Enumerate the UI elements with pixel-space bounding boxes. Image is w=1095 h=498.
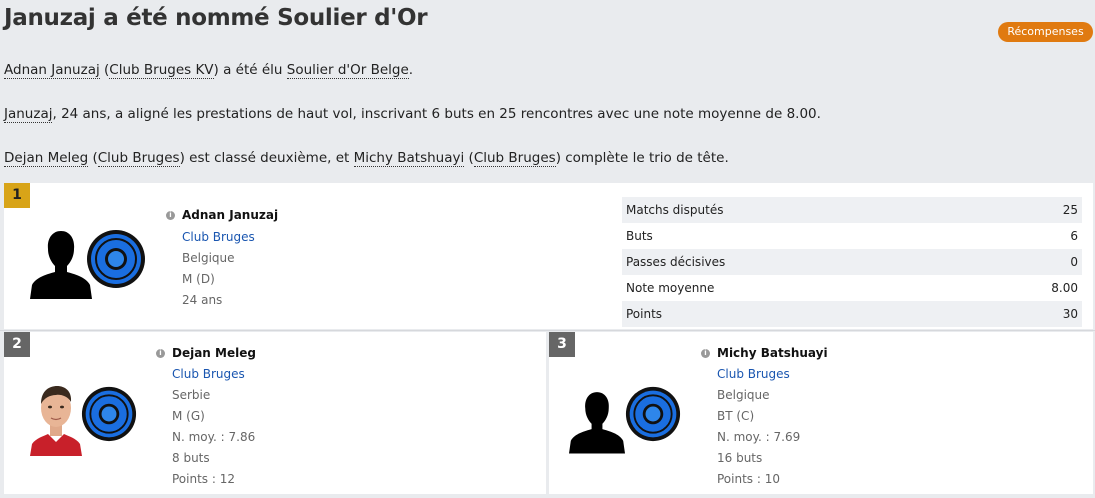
club-link-bruges-2[interactable]: Club Bruges [473,150,556,167]
player-silhouette-icon [569,392,625,454]
news-paragraph-2: Januzaj, 24 ans, a aligné les prestation… [4,106,821,123]
stat-row: Points 30 [622,301,1082,327]
stat-value: 30 [1062,307,1078,321]
rank-badge-1: 1 [4,183,30,208]
player-link-batshuayi[interactable]: Michy Batshuayi [353,150,465,167]
divider [0,330,1095,331]
player-nation: Belgique [182,251,235,265]
player-rating: N. moy. : 7.86 [172,430,256,444]
text: ) est classé deuxième, et [179,150,354,166]
club-crest-icon [625,386,681,442]
text: ( [99,62,110,78]
player-silhouette-icon [30,231,92,299]
text: ) complète le trio de tête. [555,150,729,166]
stat-value: 8.00 [1051,281,1078,295]
rank-badge-3: 3 [549,332,575,357]
stat-label: Note moyenne [626,281,715,295]
player-name[interactable]: Dejan Meleg [172,346,256,360]
stat-label: Matchs disputés [626,203,724,217]
text: . [408,62,414,78]
stat-row: Passes décisives 0 [622,249,1082,275]
stat-label: Points [626,307,663,321]
stat-value: 0 [1070,255,1078,269]
player-rating: N. moy. : 7.69 [717,430,801,444]
news-paragraph-1: Adnan Januzaj (Club Bruges KV) a été élu… [4,62,414,79]
stat-label: Buts [626,229,653,243]
player-points: Points : 10 [717,472,780,486]
player-nation: Serbie [172,388,211,402]
info-icon[interactable]: i [701,349,710,358]
player-name[interactable]: Adnan Januzaj [182,208,278,222]
player-age: 24 ans [182,293,223,307]
third-place-card: 3 i Michy Batshuayi Club Bruges Belgique… [549,332,1093,494]
player-goals: 8 buts [172,451,210,465]
second-place-card: 2 i Dejan Meleg Club Bruges Serbie M (G)… [4,332,546,494]
news-paragraph-3: Dejan Meleg (Club Bruges) est classé deu… [4,150,729,167]
player-link-meleg[interactable]: Dejan Meleg [4,150,89,167]
stat-row: Matchs disputés 25 [622,197,1082,223]
player-photo [30,386,82,456]
info-icon[interactable]: i [166,211,175,220]
text: ) a été élu [213,62,287,78]
player-club-link[interactable]: Club Bruges [717,367,790,381]
stats-table: Matchs disputés 25 Buts 6 Passes décisives… [622,197,1082,327]
player-points: Points : 12 [172,472,235,486]
club-crest-icon [81,386,137,442]
player-link-januzaj-short[interactable]: Januzaj [4,106,53,123]
awards-badge-button[interactable]: Récompenses [998,22,1093,42]
stat-value: 25 [1062,203,1078,217]
stat-row: Buts 6 [622,223,1082,249]
player-link-januzaj[interactable]: Adnan Januzaj [4,62,100,79]
player-position: BT (C) [717,409,755,423]
rank-badge-2: 2 [4,332,30,357]
award-link[interactable]: Soulier d'Or Belge [286,62,409,79]
player-position: M (G) [172,409,205,423]
winner-card: 1 i Adnan Januzaj Club Bruges Belgique M… [4,183,1093,329]
stat-row: Note moyenne 8.00 [622,275,1082,301]
club-link-bruges-kv[interactable]: Club Bruges KV [109,62,214,79]
text: ( [464,150,474,166]
player-club-link[interactable]: Club Bruges [172,367,245,381]
club-crest-icon [87,230,145,288]
page-title: Januzaj a été nommé Soulier d'Or [4,5,428,31]
text: , 24 ans, a aligné les prestations de ha… [52,106,821,122]
stat-value: 6 [1070,229,1078,243]
stat-label: Passes décisives [626,255,726,269]
player-club-link[interactable]: Club Bruges [182,230,255,244]
player-name[interactable]: Michy Batshuayi [717,346,828,360]
player-nation: Belgique [717,388,770,402]
player-goals: 16 buts [717,451,763,465]
player-position: M (D) [182,272,215,286]
info-icon[interactable]: i [156,349,165,358]
text: ( [88,150,98,166]
club-link-bruges-1[interactable]: Club Bruges [97,150,180,167]
